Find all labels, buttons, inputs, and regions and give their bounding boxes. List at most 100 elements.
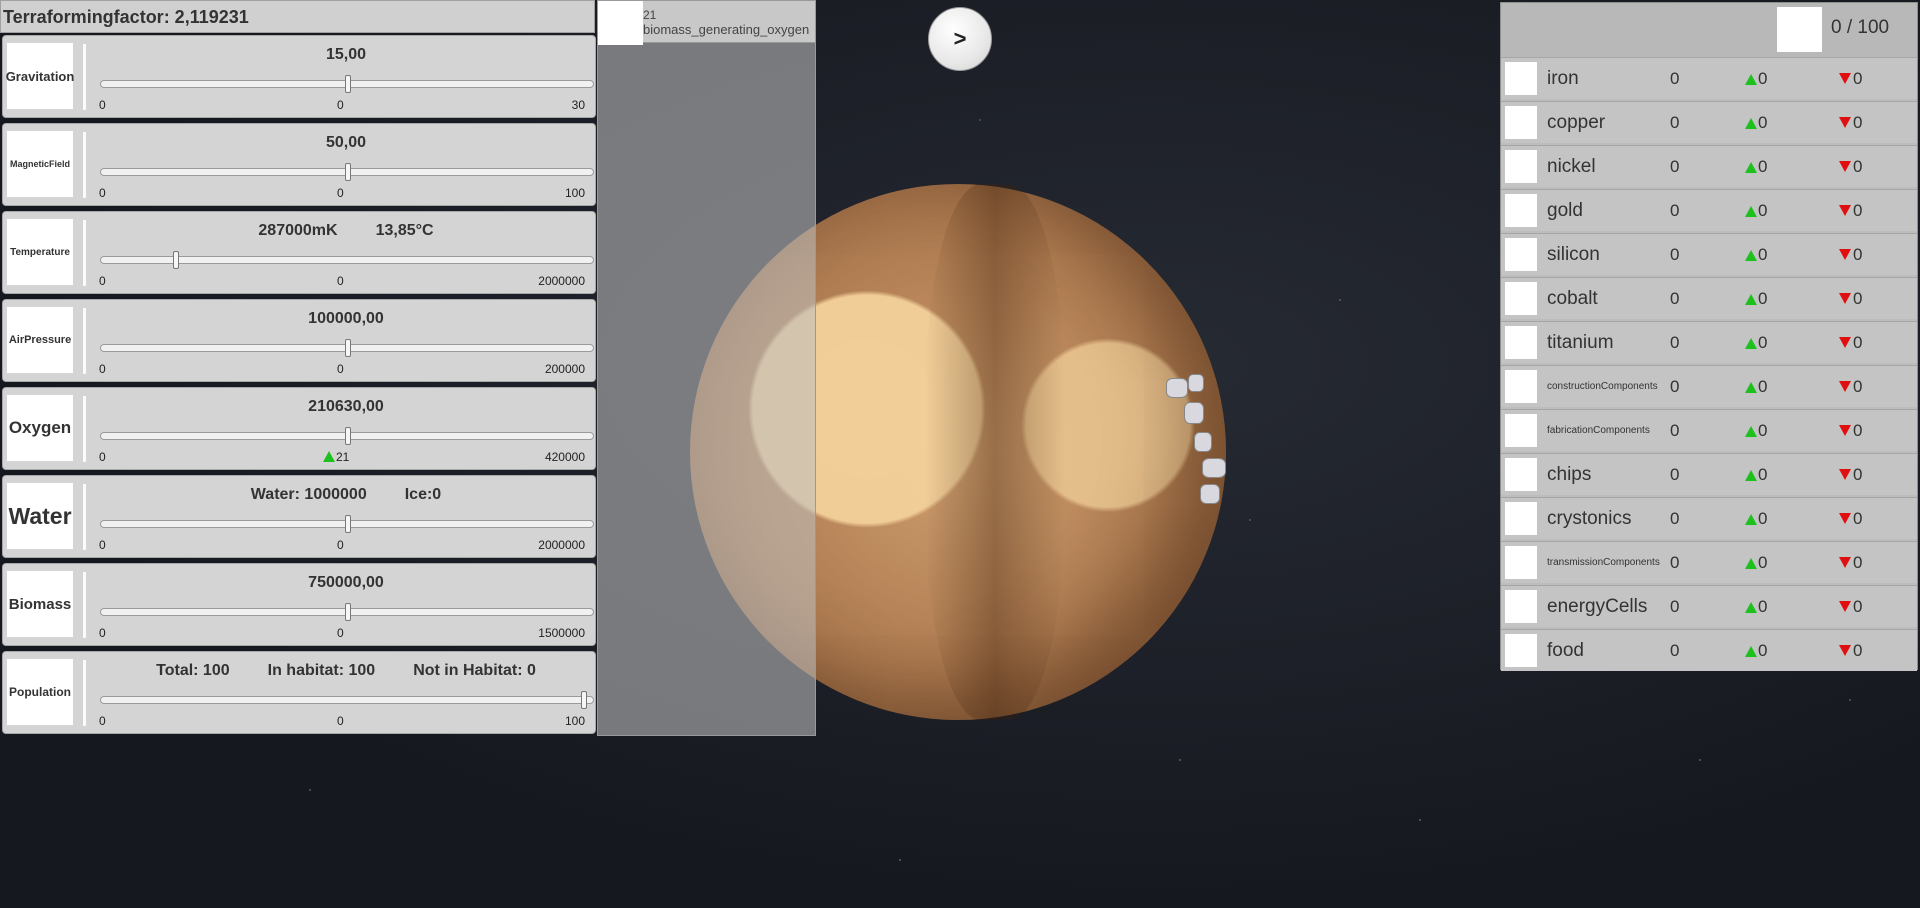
resource-icon	[1505, 62, 1537, 95]
slider-thumb[interactable]	[345, 339, 351, 357]
next-turn-button[interactable]: >	[928, 7, 992, 71]
stat-slider[interactable]	[100, 427, 594, 445]
stat-icon[interactable]: Population	[7, 659, 73, 725]
stat-icon[interactable]: Biomass	[7, 571, 73, 637]
resource-name: gold	[1547, 200, 1583, 221]
stat-slider[interactable]	[100, 339, 594, 357]
resource-icon	[1505, 150, 1537, 183]
resource-name: energyCells	[1547, 596, 1648, 617]
resource-increase-value: 0	[1758, 289, 1768, 308]
stat-slider[interactable]	[100, 251, 594, 269]
storage-icon[interactable]	[1777, 7, 1822, 52]
stat-value: 210630,00	[308, 398, 384, 415]
resource-increase: 0	[1745, 630, 1767, 672]
decrease-arrow-icon	[1839, 117, 1851, 128]
resource-row-constructionComponents[interactable]: constructionComponents 0 0 0	[1501, 365, 1917, 407]
effect-item[interactable]: 21 biomass_generating_oxygen	[598, 1, 815, 45]
resource-row-iron[interactable]: iron 0 0 0	[1501, 57, 1917, 99]
resource-amount: 0	[1670, 377, 1680, 396]
stat-card-airpressure: AirPressure 100000,00 0 0 200000	[2, 299, 596, 382]
resource-increase-value: 0	[1758, 553, 1768, 572]
increase-arrow-icon	[323, 451, 335, 462]
resource-row-gold[interactable]: gold 0 0 0	[1501, 189, 1917, 231]
stat-min: 0	[99, 274, 106, 288]
decrease-arrow-icon	[1839, 513, 1851, 524]
stat-card-population: Population Total: 100 In habitat: 100 Not i…	[2, 651, 596, 734]
resource-amount: 0	[1670, 465, 1680, 484]
resource-increase-value: 0	[1758, 465, 1768, 484]
resource-row-cobalt[interactable]: cobalt 0 0 0	[1501, 277, 1917, 319]
resource-name: chips	[1547, 464, 1592, 485]
resource-increase: 0	[1745, 410, 1767, 452]
stat-slider[interactable]	[100, 691, 594, 709]
stat-value: 750000,00	[308, 574, 384, 591]
resource-name: nickel	[1547, 156, 1596, 177]
resource-name: titanium	[1547, 332, 1614, 353]
slider-thumb[interactable]	[345, 75, 351, 93]
stat-icon[interactable]: Oxygen	[7, 395, 73, 461]
resource-increase-value: 0	[1758, 69, 1768, 88]
stat-slider[interactable]	[100, 163, 594, 181]
effect-name: biomass_generating_oxygen	[643, 22, 810, 37]
stat-value: Ice:0	[404, 486, 442, 503]
stat-value: Not in Habitat: 0	[413, 662, 536, 679]
resource-increase-value: 0	[1758, 333, 1768, 352]
increase-arrow-icon	[1745, 206, 1757, 217]
resource-row-food[interactable]: food 0 0 0	[1501, 629, 1917, 671]
increase-arrow-icon	[1745, 250, 1757, 261]
slider-thumb[interactable]	[345, 603, 351, 621]
resource-decrease: 0	[1839, 498, 1862, 540]
stat-icon[interactable]: AirPressure	[7, 307, 73, 373]
stat-icon[interactable]: MagneticField	[7, 131, 73, 197]
resource-name: silicon	[1547, 244, 1600, 265]
increase-arrow-icon	[1745, 118, 1757, 129]
storage-header: 0 / 100	[1501, 3, 1917, 58]
stat-slider[interactable]	[100, 515, 594, 533]
resource-decrease-value: 0	[1853, 641, 1863, 660]
resource-increase-value: 0	[1758, 245, 1768, 264]
divider	[83, 308, 86, 374]
resource-amount: 0	[1670, 641, 1680, 660]
resource-row-chips[interactable]: chips 0 0 0	[1501, 453, 1917, 495]
resource-decrease: 0	[1839, 410, 1862, 452]
stat-max: 420000	[544, 450, 585, 464]
stat-min: 0	[99, 538, 106, 552]
resource-row-nickel[interactable]: nickel 0 0 0	[1501, 145, 1917, 187]
stat-icon[interactable]: Temperature	[7, 219, 73, 285]
terraforming-panel: Terraformingfactor: 2,119231 Gravitation…	[0, 0, 597, 736]
stat-value: 15,00	[325, 46, 367, 63]
stat-min: 0	[99, 450, 106, 464]
slider-thumb[interactable]	[345, 163, 351, 181]
slider-thumb[interactable]	[345, 427, 352, 445]
resource-row-energyCells[interactable]: energyCells 0 0 0	[1501, 585, 1917, 627]
resource-row-silicon[interactable]: silicon 0 0 0	[1501, 233, 1917, 275]
slider-thumb[interactable]	[345, 515, 351, 533]
resource-panel: 0 / 100 iron 0 0 0 copper 0 0 0 nickel 0 0 0 gold 0 0 0…	[1500, 2, 1918, 671]
slider-thumb[interactable]	[172, 251, 179, 269]
stat-icon[interactable]: Gravitation	[6, 43, 74, 109]
resource-row-fabricationComponents[interactable]: fabricationComponents 0 0 0	[1501, 409, 1917, 451]
decrease-arrow-icon	[1839, 469, 1851, 480]
resource-row-titanium[interactable]: titanium 0 0 0	[1501, 321, 1917, 363]
stat-value: In habitat: 100	[267, 662, 376, 679]
resource-amount: 0	[1670, 245, 1680, 264]
resource-decrease-value: 0	[1853, 69, 1863, 88]
resource-amount: 0	[1670, 509, 1680, 528]
slider-thumb[interactable]	[581, 691, 588, 709]
divider	[83, 220, 86, 286]
decrease-arrow-icon	[1839, 557, 1851, 568]
resource-decrease-value: 0	[1853, 201, 1863, 220]
stat-icon[interactable]: Water	[7, 483, 73, 549]
rock	[1184, 402, 1204, 424]
effect-icon	[598, 1, 643, 45]
resource-row-transmissionComponents[interactable]: transmissionComponents 0 0 0	[1501, 541, 1917, 583]
stat-slider[interactable]	[100, 75, 594, 93]
stat-min: 0	[99, 626, 106, 640]
resource-row-crystonics[interactable]: crystonics 0 0 0	[1501, 497, 1917, 539]
stat-slider[interactable]	[100, 603, 594, 621]
resource-increase: 0	[1745, 498, 1767, 540]
resource-increase: 0	[1745, 190, 1767, 232]
increase-arrow-icon	[1745, 514, 1757, 525]
stat-value-row: 100000,00	[99, 310, 593, 328]
resource-row-copper[interactable]: copper 0 0 0	[1501, 101, 1917, 143]
